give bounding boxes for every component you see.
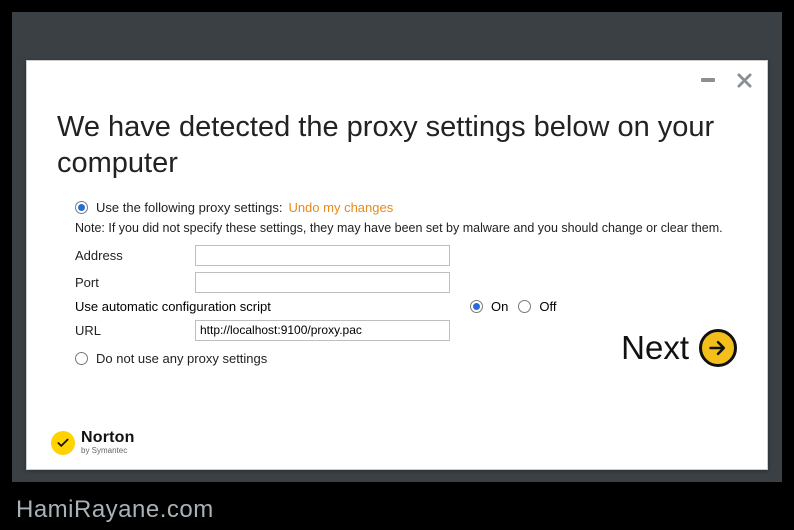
norton-logo: Norton by Symantec — [51, 430, 135, 455]
use-proxy-label: Use the following proxy settings: — [96, 200, 282, 215]
logo-sub: by Symantec — [81, 447, 135, 455]
proxy-settings-dialog: We have detected the proxy settings belo… — [26, 60, 768, 470]
no-proxy-label: Do not use any proxy settings — [96, 351, 267, 366]
minimize-icon — [701, 78, 715, 82]
next-button[interactable]: Next — [621, 329, 737, 367]
use-proxy-radio[interactable] — [75, 201, 88, 214]
on-label: On — [491, 299, 508, 314]
port-input[interactable] — [195, 272, 450, 293]
malware-note: Note: If you did not specify these setti… — [75, 221, 737, 235]
url-label: URL — [75, 323, 195, 338]
url-input[interactable] — [195, 320, 450, 341]
address-label: Address — [75, 248, 195, 263]
close-button[interactable] — [735, 71, 753, 89]
arrow-right-icon — [699, 329, 737, 367]
undo-changes-link[interactable]: Undo my changes — [288, 200, 393, 215]
off-label: Off — [539, 299, 556, 314]
watermark-text: HamiRayane.com — [16, 496, 214, 524]
logo-brand: Norton — [81, 430, 135, 446]
auto-off-radio[interactable] — [518, 300, 531, 313]
address-input[interactable] — [195, 245, 450, 266]
dialog-heading: We have detected the proxy settings belo… — [57, 109, 737, 182]
port-label: Port — [75, 275, 195, 290]
next-label: Next — [621, 329, 689, 367]
auto-config-label: Use automatic configuration script — [75, 299, 470, 314]
no-proxy-radio[interactable] — [75, 352, 88, 365]
checkmark-icon — [51, 431, 75, 455]
minimize-button[interactable] — [699, 71, 717, 89]
close-icon — [737, 73, 752, 88]
auto-on-radio[interactable] — [470, 300, 483, 313]
